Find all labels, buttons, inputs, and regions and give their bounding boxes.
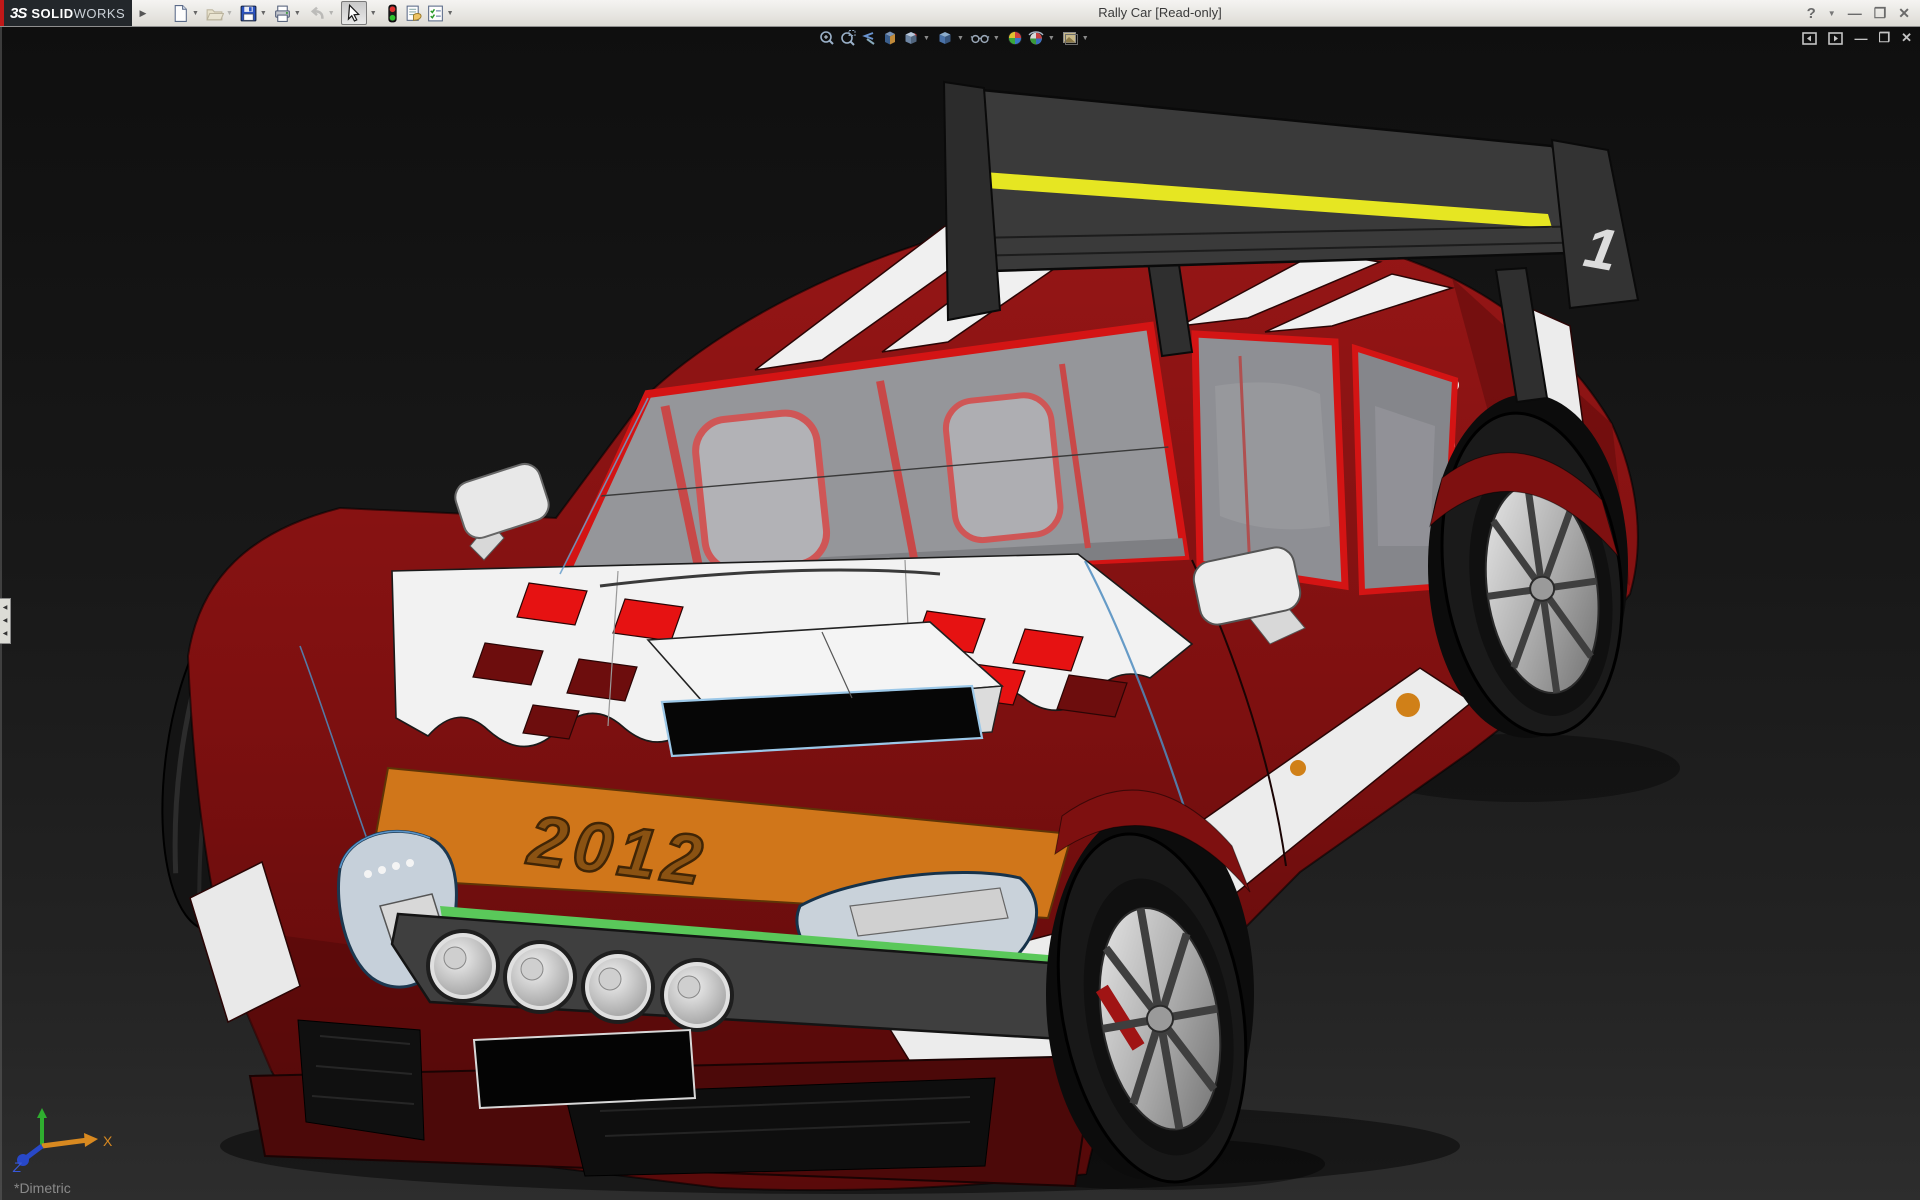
pane-right-toggle-icon[interactable] [1828,31,1844,45]
rebuild-button[interactable] [382,1,403,25]
section-view-icon [885,31,895,45]
minimize-button[interactable]: — [1848,5,1862,21]
titlebar: 3S SOLID WORKS ▶ ▼ ▼ ▼ ▼ ▼ ▼ ▼ Rally Car… [0,0,1920,27]
display-style-button[interactable]: ▼ [936,29,967,47]
pane-left-toggle-icon[interactable] [1802,31,1818,45]
triad-x-label: X [103,1133,113,1149]
help-dropdown[interactable]: ▼ [1828,9,1836,18]
toolbar-flyout-arrow-icon[interactable]: ▶ [136,3,150,23]
side-windows[interactable] [1191,330,1459,596]
doc-restore-button[interactable]: ❐ [1878,30,1890,46]
view-settings-dropdown[interactable]: ▼ [1082,35,1089,42]
zoom-to-fit-icon [820,31,834,45]
zoom-to-fit-button[interactable] [818,29,836,47]
solidworks-logo: 3S SOLID WORKS [4,0,132,26]
help-button[interactable]: ? [1807,5,1816,22]
window-controls: ? ▼ — ❐ ✕ [1807,0,1910,26]
select-pressed-frame [340,1,367,25]
open-icon [206,8,224,20]
zoom-to-area-button[interactable] [839,29,857,47]
doc-close-button[interactable]: ✕ [1901,30,1912,46]
windshield[interactable] [553,321,1190,594]
new-document-icon [174,4,187,22]
hood-scoop[interactable] [646,621,1004,758]
document-window-controls: — ❐ ✕ [1802,30,1912,46]
print-button[interactable]: ▼ [272,1,306,25]
edit-appearance-icon [1007,31,1022,45]
view-orientation-icon [905,32,917,44]
doc-minimize-button[interactable]: — [1854,31,1867,46]
restore-button[interactable]: ❐ [1874,5,1887,22]
flyout-collapse-icon: ◀ [2,630,8,637]
previous-view-icon [862,32,875,45]
new-document-button[interactable]: ▼ [170,1,204,25]
select-dropdown[interactable]: ▼ [370,10,377,17]
main-toolbar: ▼ ▼ ▼ ▼ ▼ ▼ ▼ [170,0,459,26]
headsup-view-toolbar: ▼ ▼ ▼ ▼ ▼ [818,29,1095,47]
save-dropdown[interactable]: ▼ [260,10,267,17]
print-dropdown[interactable]: ▼ [294,10,301,17]
hide-show-items-dropdown[interactable]: ▼ [993,35,1000,42]
solidworks-logo-text-light: WORKS [73,5,126,21]
view-orientation-dropdown[interactable]: ▼ [923,35,930,42]
close-button[interactable]: ✕ [1898,5,1910,22]
apply-scene-icon [1028,31,1044,45]
select-button[interactable]: ▼ [340,1,382,25]
save-button[interactable]: ▼ [238,1,272,25]
display-style-icon [939,32,951,44]
display-style-dropdown[interactable]: ▼ [957,35,964,42]
rally-car-3d-model[interactable]: 2012 1 [0,26,1920,1200]
apply-scene-dropdown[interactable]: ▼ [1048,35,1055,42]
edit-appearance-button[interactable] [1006,29,1024,47]
hide-show-items-icon [970,34,990,44]
rebuild-stoplight-icon [388,4,397,22]
hide-show-items-button[interactable]: ▼ [970,29,1003,47]
open-button[interactable]: ▼ [204,1,238,25]
orientation-triad: X Z [12,1108,113,1174]
zoom-to-area-icon [841,30,856,46]
window-title: Rally Car [Read-only] [1098,5,1222,20]
options-dropdown[interactable]: ▼ [447,10,454,17]
options-button[interactable]: ▼ [425,1,459,25]
section-view-button[interactable] [881,29,899,47]
open-dropdown[interactable]: ▼ [226,10,233,17]
file-properties-icon [406,5,422,21]
undo-button[interactable]: ▼ [306,1,340,25]
license-plate[interactable] [472,1028,697,1110]
save-icon [240,5,257,21]
view-orientation-label: *Dimetric [14,1180,71,1196]
new-document-dropdown[interactable]: ▼ [192,10,199,17]
options-icon [427,5,443,21]
view-settings-button[interactable]: ▼ [1061,29,1092,47]
triad-z-label: Z [12,1159,22,1174]
previous-view-button[interactable] [860,29,878,47]
undo-icon [310,6,324,19]
solidworks-logo-mark: 3S [10,4,27,22]
select-arrow-icon [347,3,360,22]
view-orientation-button[interactable]: ▼ [902,29,933,47]
apply-scene-button[interactable]: ▼ [1027,29,1058,47]
solidworks-logo-text-bold: SOLID [31,5,74,21]
print-icon [274,5,290,22]
view-settings-icon [1062,32,1078,45]
undo-dropdown[interactable]: ▼ [328,10,335,17]
flyout-collapse-icon: ◀ [2,617,8,624]
file-properties-button[interactable] [403,1,425,25]
feature-tree-flyout-tab[interactable]: ◀ ◀ ◀ [0,598,11,644]
flyout-collapse-icon: ◀ [2,605,8,612]
